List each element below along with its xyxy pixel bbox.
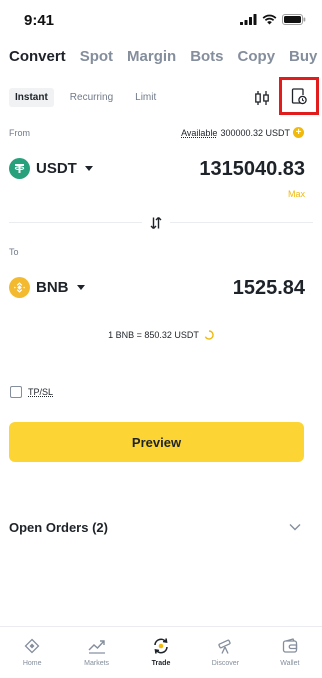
nav-label-home: Home (22, 660, 42, 667)
tpsl-label: TP/SL (28, 387, 54, 397)
tab-buy[interactable]: Buy (289, 48, 317, 65)
available-balance: Available 300000.32 USDT + (181, 127, 304, 138)
mode-tabs: Instant Recurring Limit (9, 88, 162, 107)
from-amount-input[interactable]: 1315040.83 (199, 158, 305, 181)
to-label: To (9, 247, 19, 257)
max-button[interactable]: Max (288, 189, 305, 199)
chevron-down-icon (289, 524, 301, 531)
bottom-nav: Home Markets Trade Discover Wallet (0, 626, 322, 678)
battery-icon (282, 14, 306, 25)
open-orders-title[interactable]: Open Orders (2) (9, 520, 108, 535)
nav-label-wallet: Wallet (280, 660, 300, 667)
status-time: 9:41 (24, 12, 55, 29)
nav-item-discover[interactable]: Discover (193, 627, 257, 678)
nav-item-markets[interactable]: Markets (64, 627, 128, 678)
candlestick-icon (255, 91, 269, 105)
swap-arrows-icon (150, 217, 162, 229)
nav-item-home[interactable]: Home (0, 627, 64, 678)
to-asset-selector[interactable]: BNB (9, 277, 85, 298)
available-label: Available (181, 127, 218, 138)
tab-copy[interactable]: Copy (238, 48, 276, 65)
mode-tab-recurring[interactable]: Recurring (64, 88, 119, 107)
exchange-rate-text: 1 BNB = 850.32 USDT (108, 330, 199, 340)
from-asset-name: USDT (36, 160, 77, 177)
markets-icon (87, 637, 107, 655)
order-history-button[interactable] (279, 77, 319, 115)
candlestick-chart-button[interactable] (252, 88, 272, 108)
chevron-down-icon (76, 285, 85, 290)
nav-label-trade: Trade (151, 660, 171, 667)
history-icon (291, 87, 307, 104)
status-icons (240, 14, 306, 25)
from-asset-selector[interactable]: USDT (9, 158, 93, 179)
nav-label-discover: Discover (211, 660, 240, 667)
swap-direction-button[interactable] (142, 210, 170, 236)
from-label: From (9, 128, 30, 138)
status-bar: 9:41 (0, 0, 322, 40)
add-funds-icon[interactable]: + (293, 127, 304, 138)
signal-icon (240, 14, 257, 25)
tpsl-checkbox[interactable] (10, 386, 22, 398)
trade-icon (151, 637, 171, 655)
preview-button[interactable]: Preview (9, 422, 304, 462)
refresh-timer-icon (204, 330, 214, 340)
top-tabs: Convert Spot Margin Bots Copy Buy (9, 48, 317, 65)
wifi-icon (262, 14, 277, 25)
open-orders-expand-button[interactable] (288, 520, 302, 534)
to-asset-name: BNB (36, 279, 69, 296)
tab-convert[interactable]: Convert (9, 48, 66, 65)
tpsl-option[interactable]: TP/SL (10, 386, 53, 398)
available-value: 300000.32 USDT (220, 127, 290, 138)
wallet-icon (280, 637, 300, 655)
nav-item-trade[interactable]: Trade (129, 627, 193, 678)
tab-bots[interactable]: Bots (190, 48, 223, 65)
nav-label-markets: Markets (84, 660, 110, 667)
nav-item-wallet[interactable]: Wallet (258, 627, 322, 678)
chevron-down-icon (84, 166, 93, 171)
to-amount: 1525.84 (232, 277, 305, 299)
exchange-rate: 1 BNB = 850.32 USDT (0, 330, 322, 340)
mode-tab-instant[interactable]: Instant (9, 88, 54, 107)
usdt-coin-icon (9, 158, 30, 179)
tab-spot[interactable]: Spot (80, 48, 113, 65)
mode-tab-limit[interactable]: Limit (129, 88, 162, 107)
discover-icon (215, 637, 235, 655)
bnb-coin-icon (9, 277, 30, 298)
home-icon (22, 637, 42, 655)
tab-margin[interactable]: Margin (127, 48, 176, 65)
